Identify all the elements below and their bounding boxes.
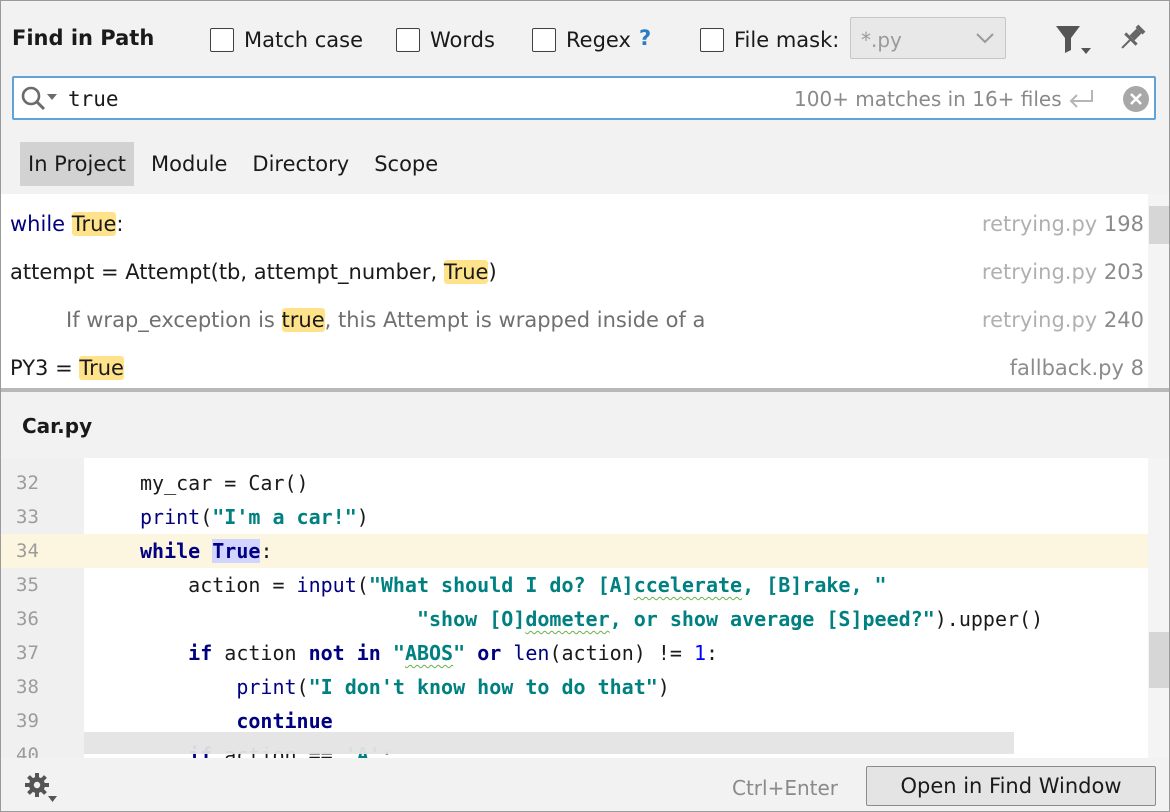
- enter-icon[interactable]: [1066, 88, 1096, 110]
- result-match: True: [443, 260, 489, 284]
- results-scroll-thumb[interactable]: [1149, 206, 1169, 244]
- editor-scrollbar[interactable]: [1148, 458, 1170, 758]
- editor-scroll-thumb[interactable]: [1149, 632, 1169, 688]
- result-keyword: while: [10, 212, 66, 236]
- code-line: print("I'm a car!"): [140, 505, 369, 529]
- result-line: 203: [1103, 260, 1144, 284]
- code-line: while True:: [140, 539, 273, 563]
- code-line: if action not in "ABOS" or len(action) !…: [188, 641, 719, 665]
- preview-file-name: Car.py: [22, 414, 93, 438]
- result-text-pre: attempt = Attempt(tb, attempt_number,: [10, 260, 444, 284]
- scope-tabs: In Project Module Directory Scope: [20, 142, 455, 186]
- result-text: If wrap_exception is true, this Attempt …: [66, 308, 705, 332]
- result-text: attempt = Attempt(tb, attempt_number, Tr…: [10, 260, 497, 284]
- line-number: 40: [16, 744, 39, 758]
- preview-header: Car.py: [0, 392, 1170, 458]
- file-mask-value: *.py: [861, 28, 902, 52]
- regex-label[interactable]: Regex: [566, 28, 631, 52]
- horizontal-scrollbar[interactable]: [84, 732, 1014, 754]
- result-file: retrying.py: [981, 308, 1098, 332]
- result-text-pre: If wrap_exception is: [66, 308, 282, 332]
- file-mask-dropdown[interactable]: *.py: [850, 17, 1006, 59]
- result-location: retrying.py 240: [982, 308, 1144, 332]
- line-number: 34: [16, 540, 39, 562]
- filter-icon[interactable]: [1054, 24, 1092, 56]
- result-match: true: [281, 308, 325, 332]
- code-line: continue: [236, 709, 333, 733]
- regex-option[interactable]: Regex: [532, 26, 631, 54]
- match-case-checkbox[interactable]: [210, 28, 234, 52]
- result-row[interactable]: PY3 = True fallback.py 8: [0, 344, 1148, 388]
- result-text: while True:: [10, 212, 123, 236]
- line-number: 39: [16, 710, 39, 732]
- result-location: fallback.py 8: [1010, 356, 1144, 380]
- gear-icon[interactable]: [24, 772, 58, 804]
- regex-help-link[interactable]: ?: [639, 26, 651, 50]
- current-line-gutter: [0, 534, 84, 568]
- tab-directory[interactable]: Directory: [244, 142, 357, 186]
- words-option[interactable]: Words: [396, 26, 495, 54]
- match-count: 100+ matches in 16+ files: [794, 87, 1062, 111]
- regex-checkbox[interactable]: [532, 28, 556, 52]
- result-match: True: [71, 212, 117, 236]
- results-list: while True: retrying.py 198 attempt = At…: [0, 194, 1148, 388]
- result-line: 240: [1103, 308, 1144, 332]
- line-number: 32: [16, 472, 39, 494]
- result-text-post: :: [116, 212, 124, 236]
- open-in-find-window-button[interactable]: Open in Find Window: [866, 766, 1156, 806]
- result-text-pre: PY3 =: [10, 356, 80, 380]
- words-label[interactable]: Words: [430, 28, 495, 52]
- splitter-grip[interactable]: [570, 385, 600, 400]
- clear-icon[interactable]: [1122, 85, 1150, 113]
- result-file: fallback.py: [1009, 356, 1124, 380]
- line-number: 33: [16, 506, 39, 528]
- code-line: print("I don't know how to do that"): [236, 675, 670, 699]
- match-case-option[interactable]: Match case: [210, 26, 363, 54]
- result-text-mid: [65, 212, 72, 236]
- result-text-post: ): [488, 260, 497, 284]
- search-input[interactable]: true: [68, 87, 119, 111]
- result-line: 198: [1103, 212, 1144, 236]
- line-number: 35: [16, 574, 39, 596]
- code-preview[interactable]: my_car = Car() print("I'm a car!") while…: [84, 458, 1148, 758]
- result-text-post: , this Attempt is wrapped inside of a: [324, 308, 706, 332]
- tab-scope[interactable]: Scope: [366, 142, 446, 186]
- line-number-gutter: 32 33 34 35 36 37 38 39 40: [0, 458, 84, 758]
- header-bar: Find in Path Match case Words Regex ? Fi…: [0, 0, 1170, 76]
- result-line: 8: [1130, 356, 1144, 380]
- line-number: 36: [16, 608, 39, 630]
- result-file: retrying.py: [981, 260, 1098, 284]
- words-checkbox[interactable]: [396, 28, 420, 52]
- result-row[interactable]: while True: retrying.py 198: [0, 200, 1148, 248]
- pin-icon[interactable]: [1116, 22, 1148, 54]
- result-row[interactable]: If wrap_exception is true, this Attempt …: [0, 296, 1148, 344]
- result-location: retrying.py 198: [982, 212, 1144, 236]
- line-number: 37: [16, 642, 39, 664]
- file-mask-label[interactable]: File mask:: [734, 28, 839, 52]
- match-case-label[interactable]: Match case: [244, 28, 363, 52]
- search-field[interactable]: true 100+ matches in 16+ files: [12, 76, 1156, 120]
- tab-module[interactable]: Module: [143, 142, 235, 186]
- line-number: 38: [16, 676, 39, 698]
- dialog-title: Find in Path: [12, 26, 155, 50]
- result-row[interactable]: attempt = Attempt(tb, attempt_number, Tr…: [0, 248, 1148, 296]
- shortcut-hint: Ctrl+Enter: [732, 776, 839, 800]
- result-location: retrying.py 203: [982, 260, 1144, 284]
- code-line: my_car = Car(): [140, 471, 309, 495]
- code-line: "show [O]dometer, or show average [S]pee…: [416, 607, 1044, 631]
- code-line: action = input("What should I do? [A]cce…: [140, 573, 887, 597]
- result-text: PY3 = True: [10, 356, 124, 380]
- result-match: True: [79, 356, 124, 380]
- tab-in-project[interactable]: In Project: [20, 142, 135, 186]
- file-mask-checkbox[interactable]: [700, 28, 724, 52]
- result-file: retrying.py: [981, 212, 1098, 236]
- chevron-down-icon: [976, 33, 994, 44]
- file-mask-option[interactable]: File mask:: [700, 26, 839, 54]
- footer-bar: Ctrl+Enter Open in Find Window: [0, 758, 1170, 812]
- search-icon[interactable]: [20, 86, 64, 112]
